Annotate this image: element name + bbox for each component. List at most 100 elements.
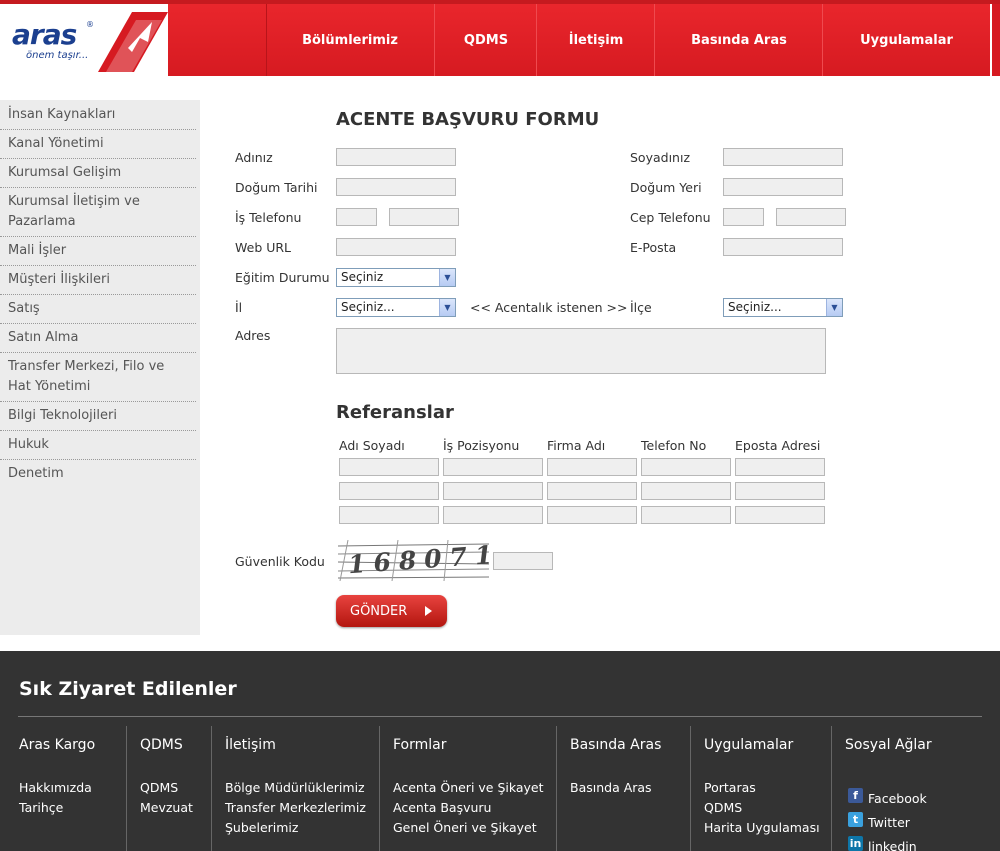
sidebar-item-insan-kaynaklari[interactable]: İnsan Kaynakları xyxy=(0,105,196,130)
footer-link-transfer-merkezlerimiz[interactable]: Transfer Merkezlerimiz xyxy=(225,800,366,815)
ref-col-position: İş Pozisyonu xyxy=(443,438,520,453)
email-input[interactable] xyxy=(723,238,843,256)
references-title: Referanslar xyxy=(336,402,454,423)
mobile-phone-label: Cep Telefonu xyxy=(630,210,711,225)
footer-link-portaras[interactable]: Portaras xyxy=(704,780,756,795)
footer-head-qdms[interactable]: QDMS xyxy=(140,737,183,753)
security-code-input[interactable] xyxy=(493,552,553,570)
nav-item-iletisim[interactable]: İletişim xyxy=(537,4,655,76)
ref-col-phone: Telefon No xyxy=(641,438,707,453)
city-label: İl xyxy=(235,300,243,315)
ref-1-email-input[interactable] xyxy=(735,458,825,476)
sidebar-item-satin-alma[interactable]: Satın Alma xyxy=(0,328,196,353)
ref-3-email-input[interactable] xyxy=(735,506,825,524)
main-nav: Bölümlerimiz QDMS İletişim Basında Aras … xyxy=(168,4,990,76)
nav-item-uygulamalar[interactable]: Uygulamalar xyxy=(823,4,990,76)
work-phone-area-input[interactable] xyxy=(336,208,377,226)
first-name-input[interactable] xyxy=(336,148,456,166)
footer: Sık Ziyaret Edilenler Aras Kargo Hakkımı… xyxy=(0,651,1000,851)
footer-link-qdms[interactable]: QDMS xyxy=(140,780,178,795)
ref-2-position-input[interactable] xyxy=(443,482,543,500)
address-textarea[interactable] xyxy=(336,328,826,374)
footer-link-basinda-aras[interactable]: Basında Aras xyxy=(570,780,652,795)
sidebar-item-bilgi-teknolojileri[interactable]: Bilgi Teknolojileri xyxy=(0,406,196,431)
birth-place-label: Doğum Yeri xyxy=(630,180,702,195)
birth-place-input[interactable] xyxy=(723,178,843,196)
footer-link-hakkimizda[interactable]: Hakkımızda xyxy=(19,780,92,795)
footer-column-separator xyxy=(556,726,557,851)
submit-button[interactable]: GÖNDER xyxy=(336,595,447,627)
footer-link-acenta-oneri[interactable]: Acenta Öneri ve Şikayet xyxy=(393,780,544,795)
footer-link-tarihce[interactable]: Tarihçe xyxy=(19,800,63,815)
nav-end-cap xyxy=(992,4,1000,76)
ref-col-name: Adı Soyadı xyxy=(339,438,405,453)
ref-3-name-input[interactable] xyxy=(339,506,439,524)
sidebar-item-musteri-iliskileri[interactable]: Müşteri İlişkileri xyxy=(0,270,196,295)
ref-col-company: Firma Adı xyxy=(547,438,606,453)
nav-item-qdms[interactable]: QDMS xyxy=(435,4,537,76)
sidebar-item-mali-isler[interactable]: Mali İşler xyxy=(0,241,196,266)
ref-3-position-input[interactable] xyxy=(443,506,543,524)
footer-link-facebook[interactable]: Facebook xyxy=(868,791,927,806)
facebook-icon[interactable]: f xyxy=(848,788,863,803)
footer-head-sosyal-aglar[interactable]: Sosyal Ağlar xyxy=(845,737,932,753)
mobile-phone-number-input[interactable] xyxy=(776,208,846,226)
footer-link-qdms-app[interactable]: QDMS xyxy=(704,800,742,815)
footer-column-separator xyxy=(690,726,691,851)
sidebar-item-kanal-yonetimi[interactable]: Kanal Yönetimi xyxy=(0,134,196,159)
sidebar-item-hukuk[interactable]: Hukuk xyxy=(0,435,196,460)
linkedin-icon[interactable]: in xyxy=(848,836,863,851)
logo-text: aras xyxy=(12,18,77,51)
footer-link-mevzuat[interactable]: Mevzuat xyxy=(140,800,193,815)
footer-head-uygulamalar[interactable]: Uygulamalar xyxy=(704,737,793,753)
birth-date-input[interactable] xyxy=(336,178,456,196)
ref-2-phone-input[interactable] xyxy=(641,482,731,500)
sidebar-item-transfer-merkezi[interactable]: Transfer Merkezi, Filo ve Hat Yönetimi xyxy=(0,357,196,402)
first-name-label: Adınız xyxy=(235,150,273,165)
ref-col-email: Eposta Adresi xyxy=(735,438,821,453)
footer-head-iletisim[interactable]: İletişim xyxy=(225,737,276,753)
mobile-phone-area-input[interactable] xyxy=(723,208,764,226)
ref-2-name-input[interactable] xyxy=(339,482,439,500)
ref-1-name-input[interactable] xyxy=(339,458,439,476)
captcha-image: 168071 xyxy=(338,540,489,581)
education-select[interactable]: Seçiniz ▼ xyxy=(336,268,456,287)
sidebar-item-satis[interactable]: Satış xyxy=(0,299,196,324)
ref-3-phone-input[interactable] xyxy=(641,506,731,524)
footer-divider xyxy=(18,716,982,717)
footer-link-harita[interactable]: Harita Uygulaması xyxy=(704,820,820,835)
footer-link-acenta-basvuru[interactable]: Acenta Başvuru xyxy=(393,800,491,815)
last-name-input[interactable] xyxy=(723,148,843,166)
footer-head-formlar[interactable]: Formlar xyxy=(393,737,447,753)
footer-head-basinda-aras[interactable]: Basında Aras xyxy=(570,737,661,753)
district-select-value: Seçiniz... xyxy=(728,300,782,314)
footer-link-linkedin[interactable]: linkedin xyxy=(868,839,917,851)
sidebar-item-kurumsal-iletisim[interactable]: Kurumsal İletişim ve Pazarlama xyxy=(0,192,196,237)
city-select[interactable]: Seçiniz... ▼ xyxy=(336,298,456,317)
footer-link-bolge-mudurluklerimiz[interactable]: Bölge Müdürlüklerimiz xyxy=(225,780,365,795)
district-select[interactable]: Seçiniz... ▼ xyxy=(723,298,843,317)
footer-column-separator xyxy=(126,726,127,851)
birth-date-label: Doğum Tarihi xyxy=(235,180,318,195)
ref-2-company-input[interactable] xyxy=(547,482,637,500)
work-phone-number-input[interactable] xyxy=(389,208,459,226)
nav-item-basinda-aras[interactable]: Basında Aras xyxy=(655,4,823,76)
footer-link-genel-oneri[interactable]: Genel Öneri ve Şikayet xyxy=(393,820,537,835)
ref-3-company-input[interactable] xyxy=(547,506,637,524)
security-code-label: Güvenlik Kodu xyxy=(235,554,325,569)
ref-1-company-input[interactable] xyxy=(547,458,637,476)
play-arrow-icon xyxy=(425,606,432,616)
sidebar-item-denetim[interactable]: Denetim xyxy=(0,464,196,489)
ref-2-email-input[interactable] xyxy=(735,482,825,500)
twitter-icon[interactable]: t xyxy=(848,812,863,827)
chevron-down-icon: ▼ xyxy=(439,299,455,316)
footer-title: Sık Ziyaret Edilenler xyxy=(19,678,237,700)
sidebar-item-kurumsal-gelisim[interactable]: Kurumsal Gelişim xyxy=(0,163,196,188)
footer-link-twitter[interactable]: Twitter xyxy=(868,815,910,830)
nav-item-bolumlerimiz[interactable]: Bölümlerimiz xyxy=(266,4,434,76)
footer-head-aras-kargo[interactable]: Aras Kargo xyxy=(19,737,95,753)
ref-1-position-input[interactable] xyxy=(443,458,543,476)
footer-link-subelerimiz[interactable]: Şubelerimiz xyxy=(225,820,298,835)
ref-1-phone-input[interactable] xyxy=(641,458,731,476)
web-url-input[interactable] xyxy=(336,238,456,256)
